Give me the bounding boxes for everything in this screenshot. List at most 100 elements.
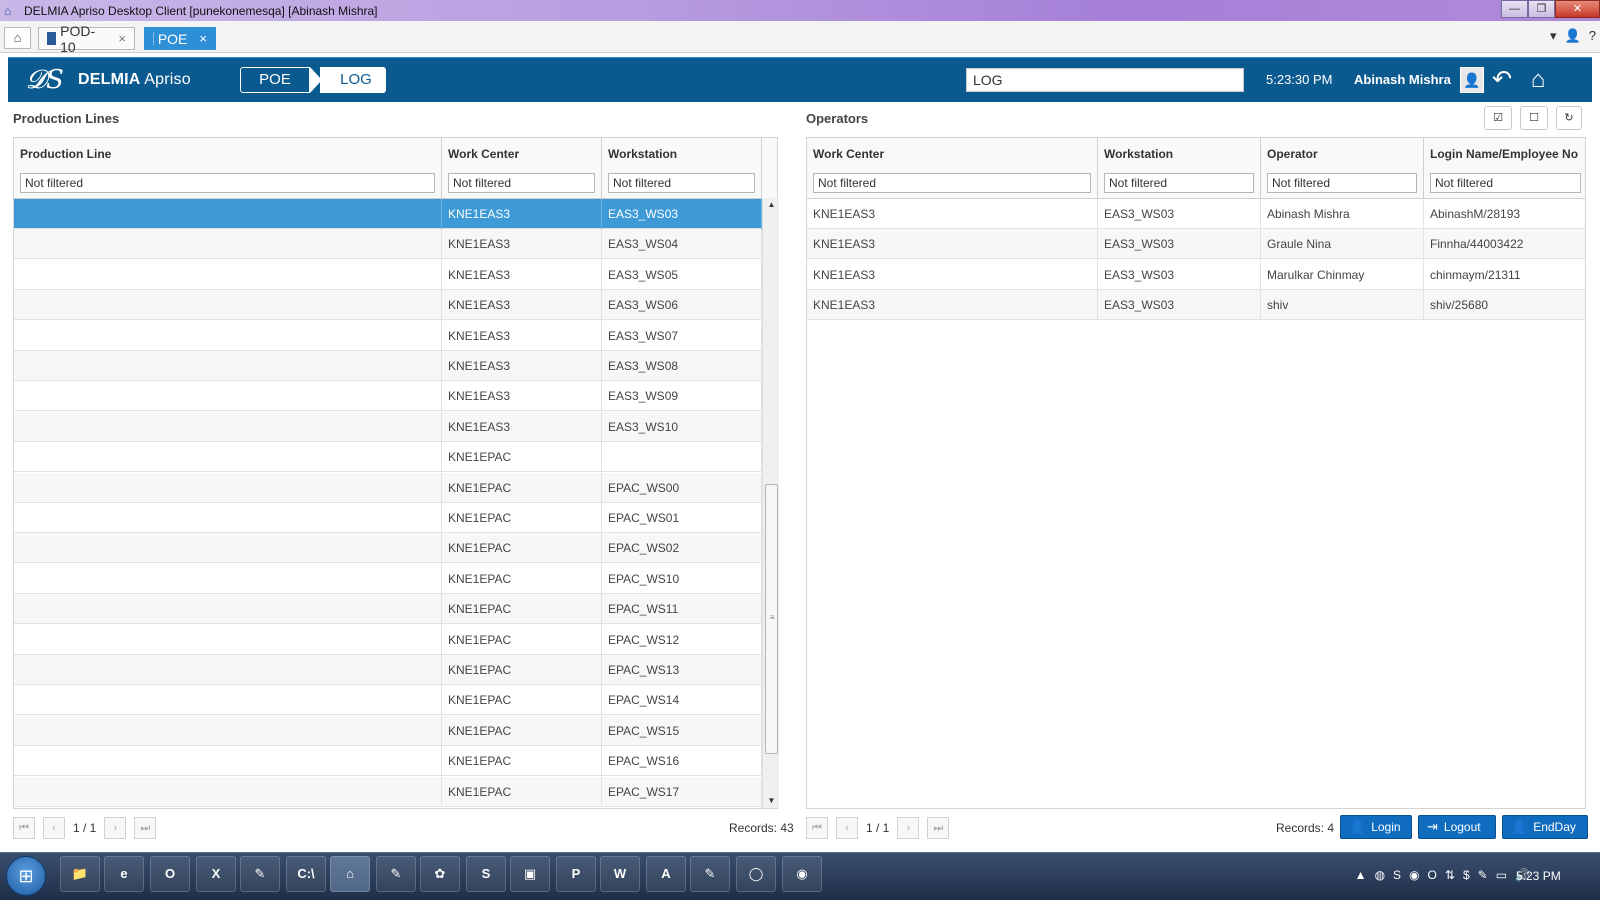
workstation-filter-input[interactable]: Not filtered: [1104, 173, 1254, 193]
last-page-icon[interactable]: ⏭: [134, 817, 157, 839]
production-line-filter-input[interactable]: Not filtered: [20, 173, 435, 193]
help-icon[interactable]: ?: [1589, 28, 1596, 44]
scroll-up-icon[interactable]: ▲: [763, 198, 780, 212]
table-row[interactable]: KNE1EAS3 EAS3_WS08: [14, 351, 762, 381]
table-row[interactable]: KNE1EPAC: [14, 442, 762, 473]
tray-tools-icon[interactable]: ✎: [1478, 868, 1488, 882]
column-header-label[interactable]: Work Center: [813, 147, 884, 161]
tray-outlook-icon[interactable]: O: [1428, 868, 1437, 882]
first-page-icon[interactable]: ⏮: [13, 817, 35, 839]
table-row[interactable]: KNE1EAS3 EAS3_WS07: [14, 320, 762, 351]
workstation-filter-input[interactable]: Not filtered: [608, 173, 755, 193]
scrollbar-thumb[interactable]: ≡: [765, 484, 778, 754]
taskbar-app-icon[interactable]: W: [600, 856, 640, 892]
column-header-label[interactable]: Workstation: [608, 147, 677, 161]
breadcrumb-poe[interactable]: POE: [240, 67, 310, 93]
table-row[interactable]: KNE1EPAC EPAC_WS13: [14, 655, 762, 685]
check-icon[interactable]: ☑: [1484, 106, 1512, 130]
table-row[interactable]: KNE1EAS3 EAS3_WS09: [14, 381, 762, 412]
taskbar-app-icon[interactable]: C:\: [286, 856, 326, 892]
production-lines-scrollbar[interactable]: ▲ ≡ ▼: [762, 198, 779, 808]
last-page-icon[interactable]: ⏭: [927, 817, 950, 839]
taskbar-app-icon[interactable]: ◯: [736, 856, 776, 892]
next-page-icon[interactable]: ›: [104, 817, 127, 839]
tray-chrome-icon[interactable]: ◉: [1409, 868, 1419, 882]
table-row[interactable]: KNE1EPAC EPAC_WS12: [14, 624, 762, 655]
table-row[interactable]: KNE1EPAC EPAC_WS00: [14, 472, 762, 503]
table-row[interactable]: KNE1EAS3 EAS3_WS03 Marulkar Chinmay chinmay…: [807, 259, 1585, 290]
taskbar-app-icon[interactable]: 📁: [60, 856, 100, 892]
user-avatar-icon[interactable]: 👤: [1460, 67, 1484, 93]
taskbar-app-icon[interactable]: ✎: [690, 856, 730, 892]
tray-dollar-icon[interactable]: $: [1463, 868, 1470, 882]
column-header-label[interactable]: Production Line: [20, 147, 111, 161]
table-row[interactable]: KNE1EAS3 EAS3_WS04: [14, 229, 762, 260]
home-icon[interactable]: ⌂: [1524, 66, 1552, 94]
table-row[interactable]: KNE1EAS3 EAS3_WS06: [14, 290, 762, 321]
table-row[interactable]: KNE1EAS3 EAS3_WS10: [14, 411, 762, 442]
close-window-button[interactable]: ✕: [1555, 0, 1600, 18]
column-header-label[interactable]: Workstation: [1104, 147, 1173, 161]
taskbar-app-icon[interactable]: ⌂: [330, 856, 370, 892]
taskbar-app-icon[interactable]: ✿: [420, 856, 460, 892]
table-row[interactable]: KNE1EPAC EPAC_WS14: [14, 685, 762, 716]
table-row[interactable]: KNE1EPAC EPAC_WS11: [14, 594, 762, 625]
table-row[interactable]: KNE1EPAC EPAC_WS10: [14, 563, 762, 594]
taskbar-app-icon[interactable]: O: [150, 856, 190, 892]
user-icon[interactable]: 👤: [1565, 28, 1581, 44]
tray-skype-icon[interactable]: S: [1393, 868, 1401, 882]
table-row[interactable]: KNE1EPAC EPAC_WS01: [14, 503, 762, 533]
tab-pod-10[interactable]: POD-10 ×: [38, 23, 135, 55]
table-row[interactable]: KNE1EPAC EPAC_WS17: [14, 776, 762, 807]
tab-poe[interactable]: POE ×: [144, 27, 216, 50]
taskbar-app-icon[interactable]: S: [466, 856, 506, 892]
table-row[interactable]: KNE1EPAC EPAC_WS02: [14, 533, 762, 564]
tray-network-icon[interactable]: ◍: [1375, 868, 1385, 882]
table-row[interactable]: KNE1EAS3 EAS3_WS03: [14, 199, 762, 229]
minimize-button[interactable]: —: [1501, 0, 1528, 18]
taskbar-app-icon[interactable]: A: [646, 856, 686, 892]
screen-search-input[interactable]: LOG: [966, 68, 1244, 92]
breadcrumb-log[interactable]: LOG: [320, 67, 386, 93]
taskbar-app-icon[interactable]: X: [196, 856, 236, 892]
work-center-filter-input[interactable]: Not filtered: [813, 173, 1091, 193]
table-row[interactable]: KNE1EAS3 EAS3_WS03 shiv shiv/25680: [807, 290, 1585, 321]
column-header-label[interactable]: Operator: [1267, 147, 1318, 161]
prev-page-icon[interactable]: ‹: [43, 817, 65, 839]
prev-page-icon[interactable]: ‹: [836, 817, 858, 839]
taskbar-app-icon[interactable]: ▣: [510, 856, 550, 892]
table-row[interactable]: KNE1EAS3 EAS3_WS05: [14, 259, 762, 290]
taskbar-app-icon[interactable]: e: [104, 856, 144, 892]
taskbar-app-icon[interactable]: P: [556, 856, 596, 892]
tab-close-icon[interactable]: ×: [199, 31, 207, 46]
tab-close-icon[interactable]: ×: [118, 31, 126, 46]
taskbar-app-icon[interactable]: ✎: [376, 856, 416, 892]
refresh-icon[interactable]: ↻: [1556, 106, 1582, 130]
table-row[interactable]: KNE1EAS3 EAS3_WS03 Graule Nina Finnha/44003…: [807, 229, 1585, 260]
table-row[interactable]: KNE1EPAC EPAC_WS16: [14, 746, 762, 777]
dropdown-arrow-icon[interactable]: ▾: [1550, 28, 1557, 44]
first-page-icon[interactable]: ⏮: [806, 817, 828, 839]
tray-sync-icon[interactable]: ⇅: [1445, 868, 1455, 882]
operator-filter-input[interactable]: Not filtered: [1267, 173, 1417, 193]
maximize-button[interactable]: ❐: [1528, 0, 1555, 18]
next-page-icon[interactable]: ›: [897, 817, 920, 839]
home-tab-icon[interactable]: ⌂: [4, 27, 31, 49]
column-header-label[interactable]: Login Name/Employee No: [1430, 147, 1578, 161]
column-header-label[interactable]: Work Center: [448, 147, 519, 161]
taskbar-app-icon[interactable]: ✎: [240, 856, 280, 892]
login-button[interactable]: 👤 Login: [1340, 815, 1412, 839]
endday-button[interactable]: 👤 EndDay: [1502, 815, 1588, 839]
work-center-filter-input[interactable]: Not filtered: [448, 173, 595, 193]
start-button-icon[interactable]: ⊞: [6, 856, 46, 896]
taskbar-app-icon[interactable]: ◉: [782, 856, 822, 892]
scroll-down-icon[interactable]: ▼: [763, 794, 780, 808]
table-row[interactable]: KNE1EAS3 EAS3_WS03 Abinash Mishra AbinashM/…: [807, 199, 1585, 229]
login-name-filter-input[interactable]: Not filtered: [1430, 173, 1581, 193]
tray-monitor-icon[interactable]: ▭: [1496, 868, 1507, 882]
tray-arrow-icon[interactable]: ▲: [1355, 868, 1367, 882]
logout-button[interactable]: ⇥ Logout: [1418, 815, 1496, 839]
table-row[interactable]: KNE1EPAC EPAC_WS15: [14, 715, 762, 746]
back-icon[interactable]: ↶: [1488, 66, 1516, 94]
square-icon[interactable]: ☐: [1520, 106, 1548, 130]
